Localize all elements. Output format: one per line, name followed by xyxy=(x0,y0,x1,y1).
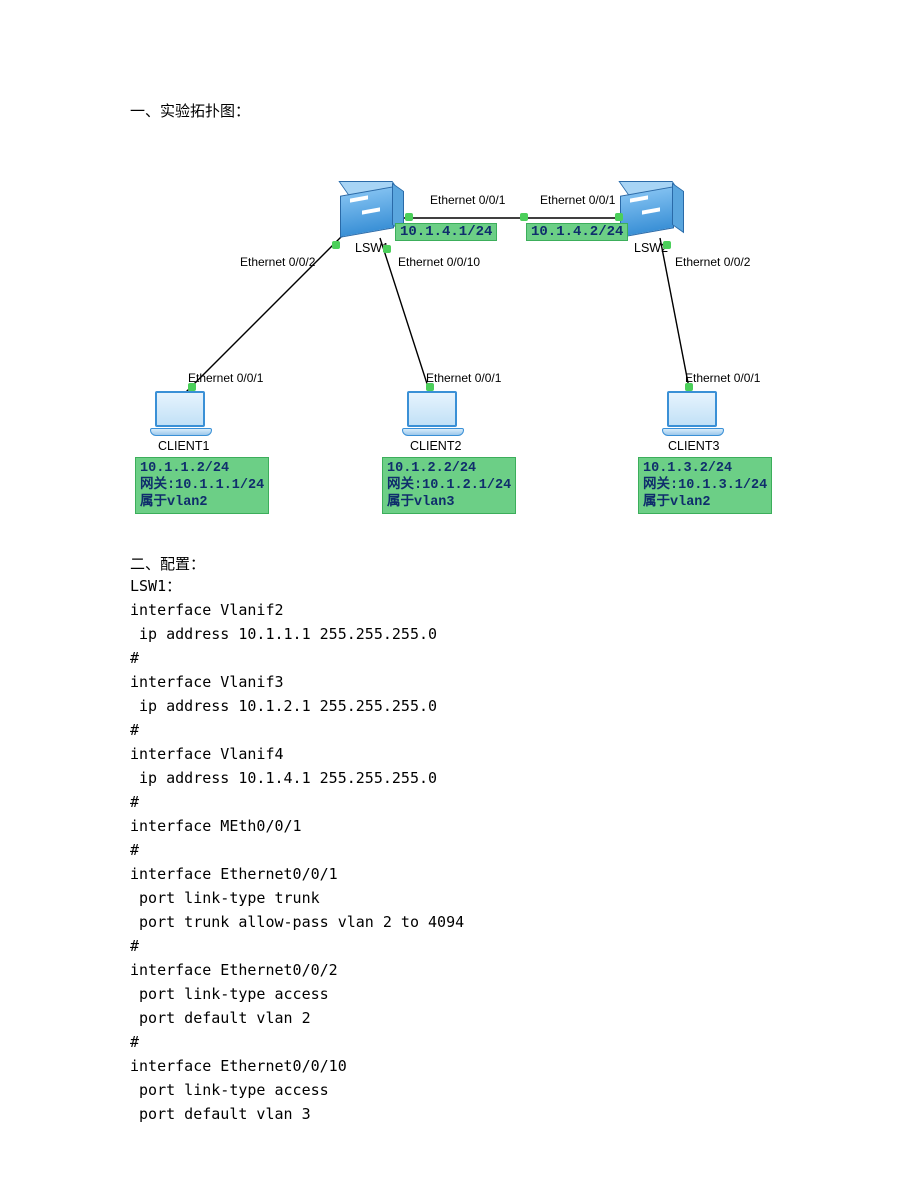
client1-ip: 10.1.1.2/24 xyxy=(140,460,264,477)
client3-ip: 10.1.3.2/24 xyxy=(643,460,767,477)
client2-ip: 10.1.2.2/24 xyxy=(387,460,511,477)
port-dot xyxy=(332,241,340,249)
section2-title: 二、配置： xyxy=(130,553,790,574)
switch-lsw1-icon xyxy=(340,191,392,231)
config-device-header: LSW1： xyxy=(130,574,790,598)
client1-icon xyxy=(150,391,210,435)
port-lsw2-e002: Ethernet 0/0/2 xyxy=(675,255,750,269)
ip-lsw1-link: 10.1.4.1/24 xyxy=(395,223,497,241)
port-lsw1-e001: Ethernet 0/0/1 xyxy=(430,193,505,207)
port-dot xyxy=(663,241,671,249)
port-lsw1-e002: Ethernet 0/0/2 xyxy=(240,255,315,269)
client3-label: CLIENT3 xyxy=(668,439,719,453)
port-client2-e001: Ethernet 0/0/1 xyxy=(426,371,501,385)
client3-gw: 网关:10.1.3.1/24 xyxy=(643,477,767,494)
port-lsw2-e001: Ethernet 0/0/1 xyxy=(540,193,615,207)
config-block: interface Vlanif2 ip address 10.1.1.1 25… xyxy=(130,598,790,1126)
port-dot xyxy=(383,245,391,253)
section1-title: 一、实验拓扑图： xyxy=(130,100,790,121)
port-dot xyxy=(520,213,528,221)
client1-info: 10.1.1.2/24 网关:10.1.1.1/24 属于vlan2 xyxy=(135,457,269,514)
ip-lsw2-link: 10.1.4.2/24 xyxy=(526,223,628,241)
client2-info: 10.1.2.2/24 网关:10.1.2.1/24 属于vlan3 xyxy=(382,457,516,514)
client2-icon xyxy=(402,391,462,435)
port-client1-e001: Ethernet 0/0/1 xyxy=(188,371,263,385)
client3-icon xyxy=(662,391,722,435)
client2-vlan: 属于vlan3 xyxy=(387,494,511,511)
client1-label: CLIENT1 xyxy=(158,439,209,453)
port-dot xyxy=(615,213,623,221)
port-client3-e001: Ethernet 0/0/1 xyxy=(685,371,760,385)
client2-gw: 网关:10.1.2.1/24 xyxy=(387,477,511,494)
topology-diagram: LSW1 LSW2 Ethernet 0/0/1 Ethernet 0/0/1 … xyxy=(130,133,790,533)
port-lsw1-e0010: Ethernet 0/0/10 xyxy=(398,255,480,269)
client1-gw: 网关:10.1.1.1/24 xyxy=(140,477,264,494)
client3-vlan: 属于vlan2 xyxy=(643,494,767,511)
client2-label: CLIENT2 xyxy=(410,439,461,453)
client1-vlan: 属于vlan2 xyxy=(140,494,264,511)
client3-info: 10.1.3.2/24 网关:10.1.3.1/24 属于vlan2 xyxy=(638,457,772,514)
port-dot xyxy=(405,213,413,221)
